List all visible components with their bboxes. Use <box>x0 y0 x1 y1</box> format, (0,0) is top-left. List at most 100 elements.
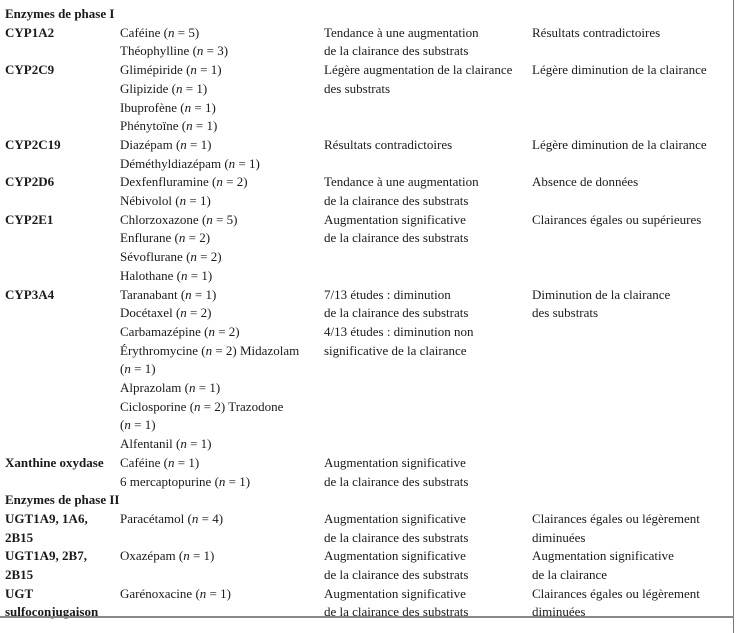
table-row: UGT1A9, 1A6, 2B15 Paracétamol (n = 4) Augme… <box>5 510 729 547</box>
cell-line: des substrats <box>324 80 391 96</box>
cell-line: (n = 1) <box>120 361 156 377</box>
cell-line: Augmentation significative <box>324 585 466 601</box>
table-row: CYP1A2 Caféine (n = 5) Théophylline (n = 3… <box>5 24 729 61</box>
table-row: CYP2C9 Glimépiride (n = 1) Glipizide (n = … <box>5 61 729 136</box>
effect-cell: Augmentation significative de la clairanc… <box>324 454 532 491</box>
effect-cell: Tendance à une augmentation de la clairan… <box>324 173 532 210</box>
cell-line: Clairances égales ou légèrement <box>532 585 700 601</box>
cell-line: CYP2C9 <box>5 62 55 78</box>
cell-line: Sévoflurane (n = 2) <box>120 249 222 265</box>
cell-line: CYP3A4 <box>5 286 55 302</box>
cell-line: Carbamazépine (n = 2) <box>120 323 240 339</box>
cell-line: de la clairance des substrats <box>324 193 469 209</box>
cell-line: (n = 1) <box>120 417 156 433</box>
cell-line: Caféine (n = 1) <box>120 454 200 470</box>
substrates-cell: Dexfenfluramine (n = 2) Nébivolol (n = 1) <box>120 173 324 210</box>
cell-line: de la clairance <box>532 567 608 583</box>
table-row: CYP2E1 Chlorzoxazone (n = 5) Enflurane (n … <box>5 211 729 286</box>
cell-line: Nébivolol (n = 1) <box>120 193 211 209</box>
effect-cell: Légère augmentation de la clairance des s… <box>324 61 532 98</box>
table-row: Xanthine oxydase Caféine (n = 1) 6 mercapt… <box>5 454 729 491</box>
cell-line: Chlorzoxazone (n = 5) <box>120 211 238 227</box>
result-cell: Clairances égales ou supérieures <box>532 211 732 230</box>
cell-line: Résultats contradictoires <box>324 136 453 152</box>
cell-line: Déméthyldiazépam (n = 1) <box>120 155 260 171</box>
cell-line: UGT1A9, 1A6, <box>5 510 88 526</box>
table-row: UGT1A9, 2B7, 2B15 Oxazépam (n = 1) Augmenta… <box>5 547 729 584</box>
cell-line: de la clairance des substrats <box>324 604 469 620</box>
section-heading: Enzymes de phase I <box>5 6 115 21</box>
enzyme-cell: UGT1A9, 1A6, 2B15 <box>5 510 120 547</box>
cell-line: Clairances égales ou légèrement <box>532 510 700 526</box>
effect-cell: Augmentation significative de la clairanc… <box>324 510 532 547</box>
cell-line: Diazépam (n = 1) <box>120 136 212 152</box>
result-cell: Légère diminution de la clairance <box>532 136 732 155</box>
cell-line: 2B15 <box>5 529 34 545</box>
cell-line: Caféine (n = 5) <box>120 24 200 40</box>
cell-line: 4/13 études : diminution non <box>324 323 474 339</box>
cell-line: Résultats contradictoires <box>532 24 661 40</box>
effect-cell: Augmentation significative de la clairanc… <box>324 211 532 248</box>
cell-line: de la clairance des substrats <box>324 43 469 59</box>
cell-line: Absence de données <box>532 174 639 190</box>
enzyme-cell: CYP2E1 <box>5 211 120 230</box>
cell-line: Paracétamol (n = 4) <box>120 510 224 526</box>
table-row: CYP2C19 Diazépam (n = 1) Déméthyldiazépam … <box>5 136 729 173</box>
cell-line: Oxazépam (n = 1) <box>120 548 215 564</box>
cell-line: Légère diminution de la clairance <box>532 62 707 78</box>
cell-line: UGT <box>5 585 34 601</box>
cell-line: sulfoconjugaison <box>5 604 99 620</box>
result-cell: Augmentation significative de la clairanc… <box>532 547 732 584</box>
cell-line: CYP1A2 <box>5 24 55 40</box>
cell-line: Phénytoïne (n = 1) <box>120 118 218 134</box>
cell-line: Théophylline (n = 3) <box>120 43 229 59</box>
cell-line: de la clairance des substrats <box>324 230 469 246</box>
enzyme-cell: UGT1A9, 2B7, 2B15 <box>5 547 120 584</box>
cell-line: Alfentanil (n = 1) <box>120 436 212 452</box>
cell-line: UGT1A9, 2B7, <box>5 548 87 564</box>
cell-line: Clairances égales ou supérieures <box>532 211 702 227</box>
cell-line: CYP2C19 <box>5 136 61 152</box>
cell-line: Taranabant (n = 1) <box>120 286 217 302</box>
cell-line: CYP2D6 <box>5 174 55 190</box>
substrates-cell: Caféine (n = 1) 6 mercaptopurine (n = 1) <box>120 454 324 491</box>
substrates-cell: Oxazépam (n = 1) <box>120 547 324 566</box>
cell-line: Ciclosporine (n = 2) Trazodone <box>120 398 284 414</box>
cell-line: Érythromycine (n = 2) Midazolam <box>120 342 300 358</box>
cell-line: Légère augmentation de la clairance <box>324 62 513 78</box>
cell-line: CYP2E1 <box>5 211 54 227</box>
effect-cell: Augmentation significative de la clairanc… <box>324 547 532 584</box>
cell-line: Augmentation significative <box>324 454 466 470</box>
cell-line: Ibuprofène (n = 1) <box>120 99 216 115</box>
effect-cell: Résultats contradictoires <box>324 136 532 155</box>
enzyme-cell: CYP2C9 <box>5 61 120 80</box>
cell-line: Dexfenfluramine (n = 2) <box>120 174 248 190</box>
cell-line: Glipizide (n = 1) <box>120 80 208 96</box>
cell-line: diminuées <box>532 604 586 620</box>
section-heading: Enzymes de phase II <box>5 492 120 508</box>
result-cell: Résultats contradictoires <box>532 24 732 43</box>
substrates-cell: Glimépiride (n = 1) Glipizide (n = 1) Ibup… <box>120 61 324 136</box>
substrates-cell: Taranabant (n = 1) Docétaxel (n = 2) Carba… <box>120 286 324 454</box>
cell-line: de la clairance des substrats <box>324 567 469 583</box>
enzyme-cell: Xanthine oxydase <box>5 454 120 473</box>
enzyme-cell: CYP2C19 <box>5 136 120 155</box>
cell-line: des substrats <box>532 305 599 321</box>
cell-line: Augmentation significative <box>324 211 466 227</box>
cell-line: Diminution de la clairance <box>532 286 671 302</box>
enzyme-cell: CYP2D6 <box>5 173 120 192</box>
cell-line: Augmentation significative <box>532 548 674 564</box>
enzyme-cell: CYP1A2 <box>5 24 120 43</box>
effect-cell: Tendance à une augmentation de la clairan… <box>324 24 532 61</box>
cell-line: 2B15 <box>5 567 34 583</box>
effect-cell: 7/13 études : diminution de la clairance … <box>324 286 532 361</box>
cell-line: Tendance à une augmentation <box>324 24 479 40</box>
cell-line: Halothane (n = 1) <box>120 267 213 283</box>
cell-line: Xanthine oxydase <box>5 454 104 470</box>
table-bottom-rule <box>0 616 734 618</box>
result-cell: Clairances égales ou légèrement diminuées <box>532 510 732 547</box>
substrates-cell: Garénoxacine (n = 1) <box>120 585 324 604</box>
cell-line: Docétaxel (n = 2) <box>120 305 212 321</box>
cell-line: de la clairance des substrats <box>324 473 469 489</box>
substrates-cell: Chlorzoxazone (n = 5) Enflurane (n = 2) Sé… <box>120 211 324 286</box>
